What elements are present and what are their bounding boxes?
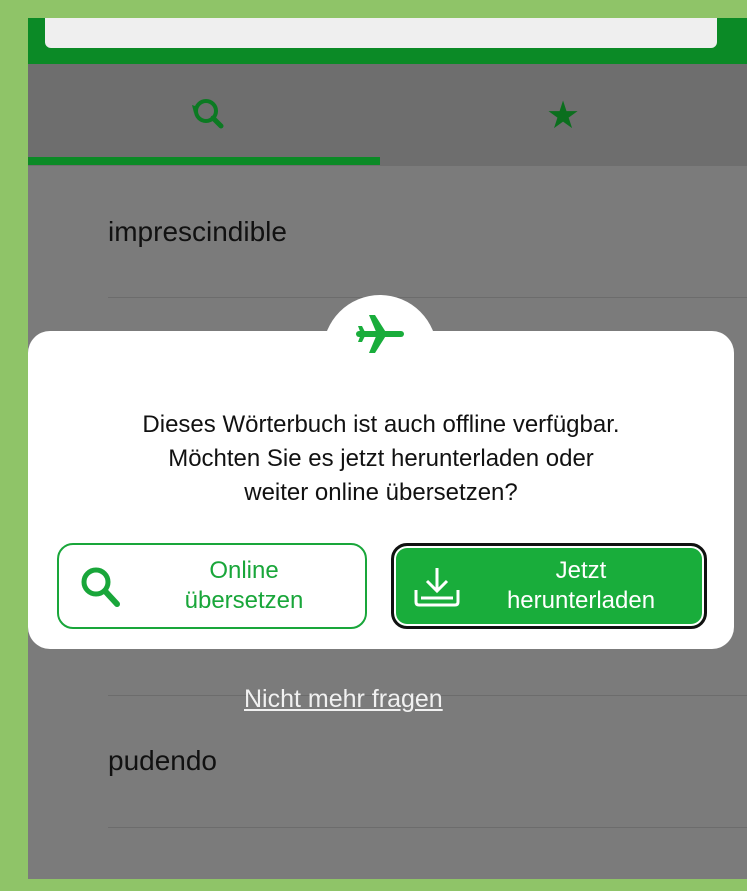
history-search-icon [192, 99, 224, 129]
dialog-icon-badge [323, 295, 437, 385]
dont-ask-again-link[interactable]: Nicht mehr fragen [244, 685, 443, 714]
tab-bar: ★ [28, 64, 747, 166]
online-translate-button[interactable]: Online übersetzen [57, 543, 367, 629]
dialog-message: Dieses Wörterbuch ist auch offline verfü… [142, 411, 620, 506]
active-tab-indicator [28, 157, 380, 165]
search-icon [81, 567, 120, 607]
tab-favorites[interactable]: ★ [387, 64, 739, 166]
download-now-button[interactable]: Jetzt herunterladen [391, 543, 707, 629]
list-item[interactable]: imprescindible [108, 216, 287, 248]
download-icon [414, 568, 460, 607]
search-input[interactable] [45, 18, 717, 48]
divider [108, 827, 747, 828]
download-button-label: Jetzt herunterladen [506, 557, 656, 614]
tab-history[interactable] [28, 64, 380, 166]
list-item[interactable]: pudendo [108, 745, 217, 777]
divider [108, 297, 747, 298]
app-frame: ★ imprescindible pudendo Dieses Wörterbu… [28, 18, 747, 879]
star-icon: ★ [545, 94, 581, 137]
online-button-label: Online übersetzen [184, 557, 304, 614]
airplane-icon [356, 315, 404, 353]
header-bar [28, 18, 747, 64]
